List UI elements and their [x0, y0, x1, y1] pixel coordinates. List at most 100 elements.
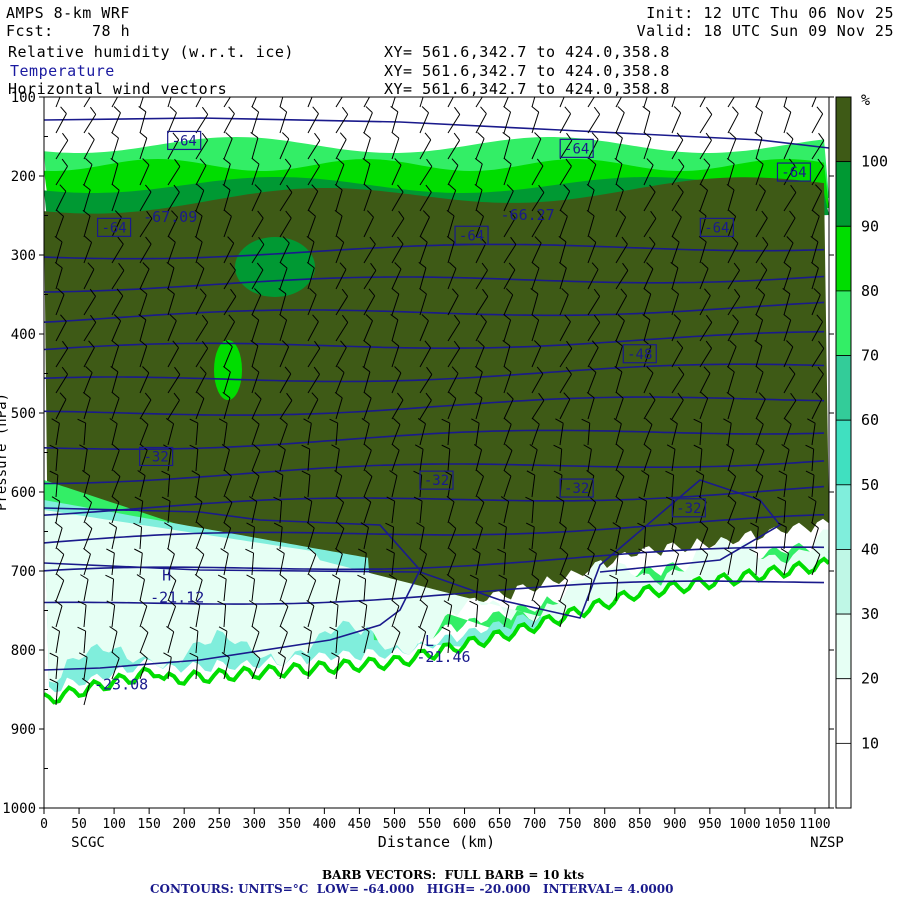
- wind-barb-flag: [453, 106, 461, 115]
- wind-barb-staff: [727, 97, 735, 108]
- wind-barb-staff: [139, 111, 147, 134]
- colorbar-tick-label: 50: [861, 476, 879, 494]
- x-tick-label: 0: [40, 817, 48, 832]
- colorbar-swatch: [835, 96, 852, 163]
- wind-barb-staff: [783, 111, 792, 134]
- wind-barb-flag: [424, 132, 432, 141]
- wind-barb-flag: [312, 106, 319, 114]
- wind-barb-flag: [88, 132, 95, 140]
- wind-barb: [811, 80, 820, 108]
- y-tick-label: 100: [11, 90, 36, 106]
- wind-barb: [419, 80, 426, 108]
- wind-barb-staff: [811, 113, 824, 134]
- x-axis-label: Distance (km): [378, 833, 495, 851]
- wind-barb-flag: [506, 80, 512, 86]
- x-tick-label: 850: [628, 817, 651, 832]
- colorbar-swatch: [835, 355, 852, 421]
- wind-barb: [363, 106, 373, 134]
- wind-barb-staff: [531, 111, 540, 134]
- wind-barb-flag: [705, 81, 711, 88]
- wind-barb-staff: [335, 114, 349, 134]
- wind-barb-staff: [279, 111, 288, 134]
- y-tick-label: 500: [11, 406, 36, 422]
- wind-barb-flag: [228, 106, 235, 114]
- wind-barb-flag: [469, 600, 478, 606]
- colorbar-swatch: [835, 161, 852, 227]
- wind-barb: [138, 106, 147, 134]
- wind-barb-flag: [279, 80, 286, 85]
- contour-label: -32: [564, 481, 589, 497]
- wind-barb: [279, 80, 286, 108]
- wind-barb-flag: [754, 132, 763, 139]
- wind-barb-staff: [167, 97, 172, 108]
- wind-barb-flag: [281, 132, 290, 140]
- wind-barb-staff: [251, 111, 260, 134]
- y-tick-label: 800: [11, 643, 36, 659]
- wind-barb-staff: [195, 114, 209, 134]
- colorbar-tick-label: 30: [861, 605, 879, 623]
- right-endpoint-label: NZSP: [810, 835, 844, 851]
- wind-barb: [167, 106, 177, 134]
- wind-barb-staff: [727, 113, 739, 134]
- wind-barb-flag: [62, 132, 69, 141]
- wind-barb: [83, 97, 91, 108]
- wind-barb: [475, 106, 487, 134]
- x-tick-label: 250: [207, 817, 230, 832]
- wind-barb: [559, 97, 565, 108]
- x-tick-label: 100: [102, 817, 125, 832]
- wind-barb-flag: [421, 106, 429, 114]
- wind-barb-flag: [58, 80, 65, 86]
- y-tick-label: 700: [11, 564, 36, 580]
- wind-barb-flag: [591, 132, 599, 140]
- y-tick-label: 200: [11, 169, 36, 185]
- wind-barb-staff: [783, 97, 788, 108]
- wind-barb-flag: [621, 81, 627, 88]
- wind-barb: [727, 106, 739, 134]
- wind-barb: [447, 97, 454, 108]
- wind-barb: [223, 97, 231, 108]
- wind-barb: [503, 105, 512, 134]
- wind-barb-flag: [673, 106, 682, 114]
- x-tick-label: 950: [698, 817, 721, 832]
- wind-barb-flag: [617, 106, 625, 113]
- wind-barb: [195, 106, 209, 134]
- wind-barb-flag: [441, 626, 451, 632]
- wind-barb-staff: [279, 97, 284, 108]
- wind-barb-flag: [314, 132, 321, 141]
- wind-barb-flag: [818, 132, 825, 141]
- wind-barb-flag: [706, 106, 713, 115]
- wind-barb: [363, 97, 371, 108]
- wind-barb: [559, 106, 572, 134]
- wind-barb: [615, 81, 627, 108]
- temperature-contour: [44, 117, 829, 149]
- wind-barb: [642, 106, 651, 134]
- wind-barb-flag: [755, 105, 763, 113]
- extreme-annotation: H: [162, 566, 171, 584]
- wind-barb-staff: [111, 112, 121, 134]
- wind-barb-flag: [783, 80, 790, 85]
- wind-barb-staff: [223, 97, 231, 108]
- wind-barb-staff: [699, 114, 713, 134]
- wind-barb-flag: [594, 81, 599, 88]
- wind-barb-flag: [644, 80, 651, 86]
- colorbar-swatch: [835, 419, 852, 486]
- wind-barb-staff: [307, 113, 319, 134]
- extreme-annotation: -21.46: [416, 648, 470, 666]
- wind-barb-flag: [140, 80, 147, 86]
- wind-barb: [755, 97, 761, 108]
- wind-barb-flag: [593, 106, 601, 115]
- wind-barb-flag: [816, 106, 824, 115]
- wind-barb: [167, 97, 172, 108]
- wind-barb-flag: [814, 80, 820, 86]
- wind-barb-flag: [419, 80, 426, 86]
- wind-barb-flag: [672, 80, 679, 86]
- wind-barb-flag: [111, 131, 119, 139]
- rh-patch-moist: [235, 237, 315, 297]
- wind-barb: [447, 106, 461, 134]
- wind-barb: [469, 600, 479, 628]
- x-tick-label: 50: [71, 817, 87, 832]
- wind-barb-flag: [783, 105, 792, 113]
- wind-barb: [783, 105, 792, 134]
- colorbar-swatch: [835, 225, 852, 292]
- extreme-annotation: -66.27: [501, 206, 555, 224]
